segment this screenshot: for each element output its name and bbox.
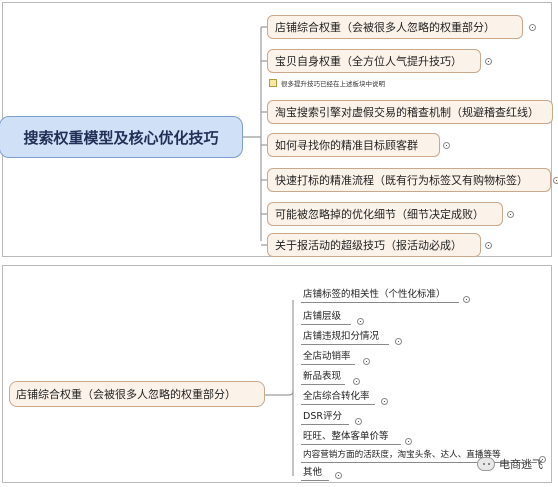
expand-icon[interactable] xyxy=(553,177,558,184)
branch-ignored-details[interactable]: 可能被忽略掉的优化细节（细节决定成败） xyxy=(267,202,503,226)
branch-store-level[interactable]: 店铺层级 xyxy=(301,310,351,325)
expand-icon[interactable] xyxy=(443,142,450,149)
branch-activity-tips[interactable]: 关于报活动的超级技巧（报活动必成） xyxy=(267,233,481,257)
expand-icon[interactable] xyxy=(395,338,402,345)
expand-icon[interactable] xyxy=(363,358,370,365)
branch-new-products[interactable]: 新品表现 xyxy=(301,370,345,385)
note-text: 很多提升技巧已经在上述板块中说明 xyxy=(281,80,385,88)
expand-icon[interactable] xyxy=(463,296,470,303)
expand-icon[interactable] xyxy=(485,58,492,65)
branch-tag-relevance[interactable]: 店铺标签的相关性（个性化标准） xyxy=(301,288,459,303)
branch-violations[interactable]: 店铺违规扣分情况 xyxy=(301,330,389,345)
branch-target-customers[interactable]: 如何寻找你的精准目标顾客群 xyxy=(267,133,440,157)
expand-icon[interactable] xyxy=(405,438,412,445)
note-item: 很多提升技巧已经在上述板块中说明 xyxy=(269,78,385,88)
wechat-icon xyxy=(477,457,495,471)
mindmap-panel-store-weight: 店铺综合权重（会被很多人忽略的权重部分） 店铺标签的相关性（个性化标准） 店铺层… xyxy=(2,265,552,483)
branch-dsr[interactable]: DSR评分 xyxy=(301,410,349,425)
watermark-text: 电商逃飞 xyxy=(499,458,543,471)
mindmap-panel-overview: 搜索权重模型及核心优化技巧 店铺综合权重（会被很多人忽略的权重部分） 宝贝自身权… xyxy=(0,2,558,257)
watermark: 电商逃飞 xyxy=(477,456,543,472)
branch-conversion[interactable]: 全店综合转化率 xyxy=(301,390,375,405)
store-weight-root[interactable]: 店铺综合权重（会被很多人忽略的权重部分） xyxy=(9,381,265,407)
expand-icon[interactable] xyxy=(529,24,536,31)
branch-store-weight[interactable]: 店铺综合权重（会被很多人忽略的权重部分） xyxy=(267,15,523,39)
expand-icon[interactable] xyxy=(355,418,362,425)
expand-icon[interactable] xyxy=(353,378,360,385)
branch-fraud-check[interactable]: 淘宝搜索引擎对虚假交易的稽查机制（规避稽查红线） xyxy=(267,100,553,124)
branch-sell-through[interactable]: 全店动销率 xyxy=(301,350,355,365)
expand-icon[interactable] xyxy=(357,318,364,325)
branch-item-weight[interactable]: 宝贝自身权重（全方位人气提升技巧） xyxy=(267,49,481,73)
branch-wangwang[interactable]: 旺旺、整体客单价等 xyxy=(301,430,401,445)
expand-icon[interactable] xyxy=(507,211,514,218)
note-icon xyxy=(269,79,277,87)
expand-icon[interactable] xyxy=(381,398,388,405)
root-topic[interactable]: 搜索权重模型及核心优化技巧 xyxy=(0,116,243,158)
branch-other[interactable]: 其他 xyxy=(301,466,329,481)
expand-icon[interactable] xyxy=(335,472,342,479)
expand-icon[interactable] xyxy=(485,242,492,249)
branch-tagging-flow[interactable]: 快速打标的精准流程（既有行为标签又有购物标签） xyxy=(267,168,551,192)
